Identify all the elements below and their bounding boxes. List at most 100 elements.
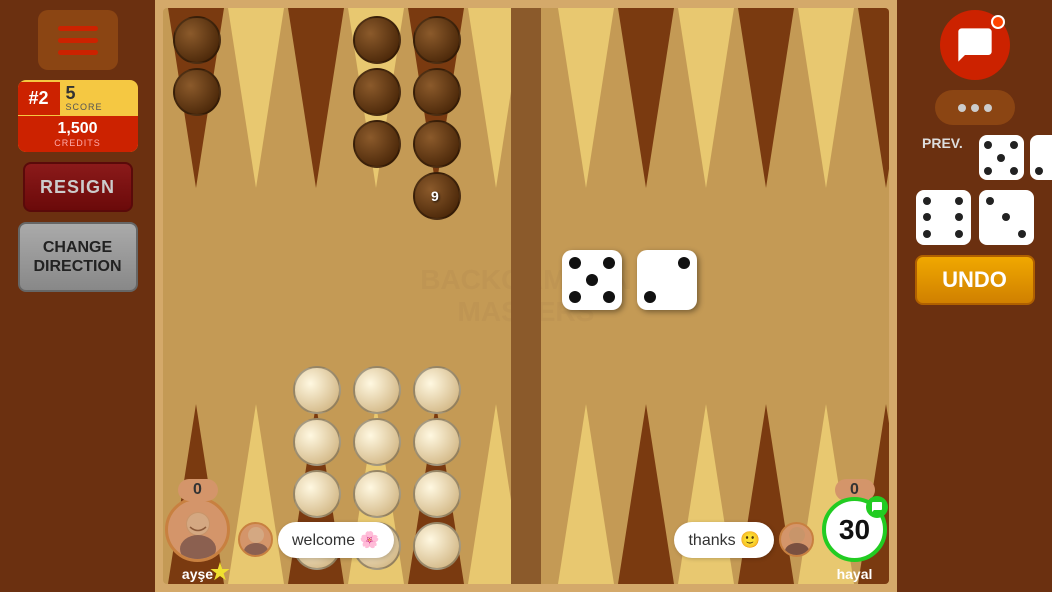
board-die-1 — [562, 250, 622, 310]
score-label: SCORE — [66, 102, 103, 112]
pip — [984, 167, 992, 175]
score-panel: #2 5 SCORE 1,500 CREDITS — [18, 80, 138, 152]
triangle-10 — [738, 8, 794, 188]
timer-chat-svg — [871, 501, 883, 513]
pip — [644, 257, 656, 269]
pip — [955, 230, 963, 238]
dark-checker[interactable] — [353, 68, 401, 116]
pip — [984, 141, 992, 149]
change-direction-button[interactable]: CHANGE DIRECTION — [18, 222, 138, 292]
prev-die-2 — [1030, 135, 1052, 180]
player-right-area: thanks 🙂 0 30 hayal — [674, 497, 887, 582]
pip — [1002, 213, 1010, 221]
pip — [939, 213, 947, 221]
player-left-area: 0 ayşe — [165, 497, 394, 582]
pip — [586, 257, 598, 269]
player-right-chat: thanks 🙂 — [674, 522, 814, 558]
pip — [1010, 154, 1018, 162]
player-right-name: hayal — [837, 566, 873, 582]
current-dice-row — [916, 190, 1034, 245]
chat-icon — [955, 25, 995, 65]
triangle-3 — [288, 8, 344, 188]
light-checker[interactable] — [413, 470, 461, 518]
triangle-12 — [858, 8, 889, 188]
dark-checker[interactable] — [173, 68, 221, 116]
dark-checker[interactable] — [413, 68, 461, 116]
credits-row: 1,500 CREDITS — [18, 116, 138, 152]
pip — [1010, 167, 1018, 175]
resign-button[interactable]: RESIGN — [23, 162, 133, 212]
timer-circle: 30 — [822, 497, 887, 562]
dark-checker[interactable] — [173, 16, 221, 64]
light-checker[interactable] — [413, 366, 461, 414]
pip — [1002, 230, 1010, 238]
pip — [678, 291, 690, 303]
triangle-20 — [618, 404, 674, 584]
resign-label: RESIGN — [40, 177, 115, 198]
dots-button[interactable] — [935, 90, 1015, 125]
prev-die-1 — [979, 135, 1024, 180]
pip — [1018, 230, 1026, 238]
rank-score-row: #2 5 SCORE — [18, 80, 138, 116]
pip — [923, 230, 931, 238]
score-number: 5 — [66, 84, 103, 102]
pip — [1018, 213, 1026, 221]
credits-label: CREDITS — [22, 138, 134, 148]
light-checker[interactable] — [293, 418, 341, 466]
light-checker[interactable] — [293, 366, 341, 414]
dark-checker[interactable] — [413, 16, 461, 64]
player-left-score-bubble: 0 — [178, 479, 218, 501]
triangle-7 — [558, 8, 614, 188]
player-right-info: 0 30 hayal — [822, 497, 887, 582]
pip — [923, 197, 931, 205]
mini-avatar-svg — [241, 525, 271, 555]
undo-label: UNDO — [942, 267, 1007, 293]
pip — [603, 291, 615, 303]
pip — [986, 197, 994, 205]
triangle-2 — [228, 8, 284, 188]
light-checker[interactable] — [353, 366, 401, 414]
pip — [997, 167, 1005, 175]
menu-line-3 — [58, 50, 98, 55]
player-left-score: 0 — [193, 481, 202, 498]
dark-checker[interactable] — [413, 120, 461, 168]
menu-button[interactable] — [38, 10, 118, 70]
light-checker[interactable] — [413, 418, 461, 466]
pip — [1002, 197, 1010, 205]
undo-button[interactable]: UNDO — [915, 255, 1035, 305]
pip — [939, 197, 947, 205]
player-left-chat: welcome 🌸 — [238, 522, 394, 558]
pip — [569, 274, 581, 286]
pip — [586, 274, 598, 286]
light-checker[interactable] — [413, 522, 461, 570]
player-right-mini-avatar — [779, 522, 814, 557]
rank-badge: #2 — [18, 82, 60, 115]
player-left-name: ayşe — [182, 566, 213, 582]
triangle-19 — [558, 404, 614, 584]
pip — [586, 291, 598, 303]
pip — [1018, 197, 1026, 205]
player-left-mini-avatar — [238, 522, 273, 557]
board-dice — [562, 250, 697, 310]
dot-3 — [984, 104, 992, 112]
left-panel: #2 5 SCORE 1,500 CREDITS RESIGN CHANGE D… — [0, 0, 155, 592]
timer-chat-icon — [866, 496, 888, 518]
pip — [997, 154, 1005, 162]
chat-button[interactable] — [940, 10, 1010, 80]
player-left-avatar-svg — [173, 509, 223, 559]
pip — [1035, 167, 1043, 175]
pip — [661, 291, 673, 303]
pip — [678, 274, 690, 286]
dark-checker[interactable] — [353, 120, 401, 168]
dark-checker[interactable] — [353, 16, 401, 64]
light-checker[interactable] — [353, 418, 401, 466]
menu-line-1 — [58, 26, 98, 31]
player-left-avatar — [165, 497, 230, 562]
pip — [1048, 167, 1052, 175]
player-left-info: 0 ayşe — [165, 497, 230, 582]
prev-dice-row — [979, 135, 1052, 180]
pip — [661, 257, 673, 269]
pip — [661, 274, 673, 286]
player-left-message: welcome 🌸 — [292, 532, 380, 549]
prev-label: PREV. — [922, 135, 963, 151]
